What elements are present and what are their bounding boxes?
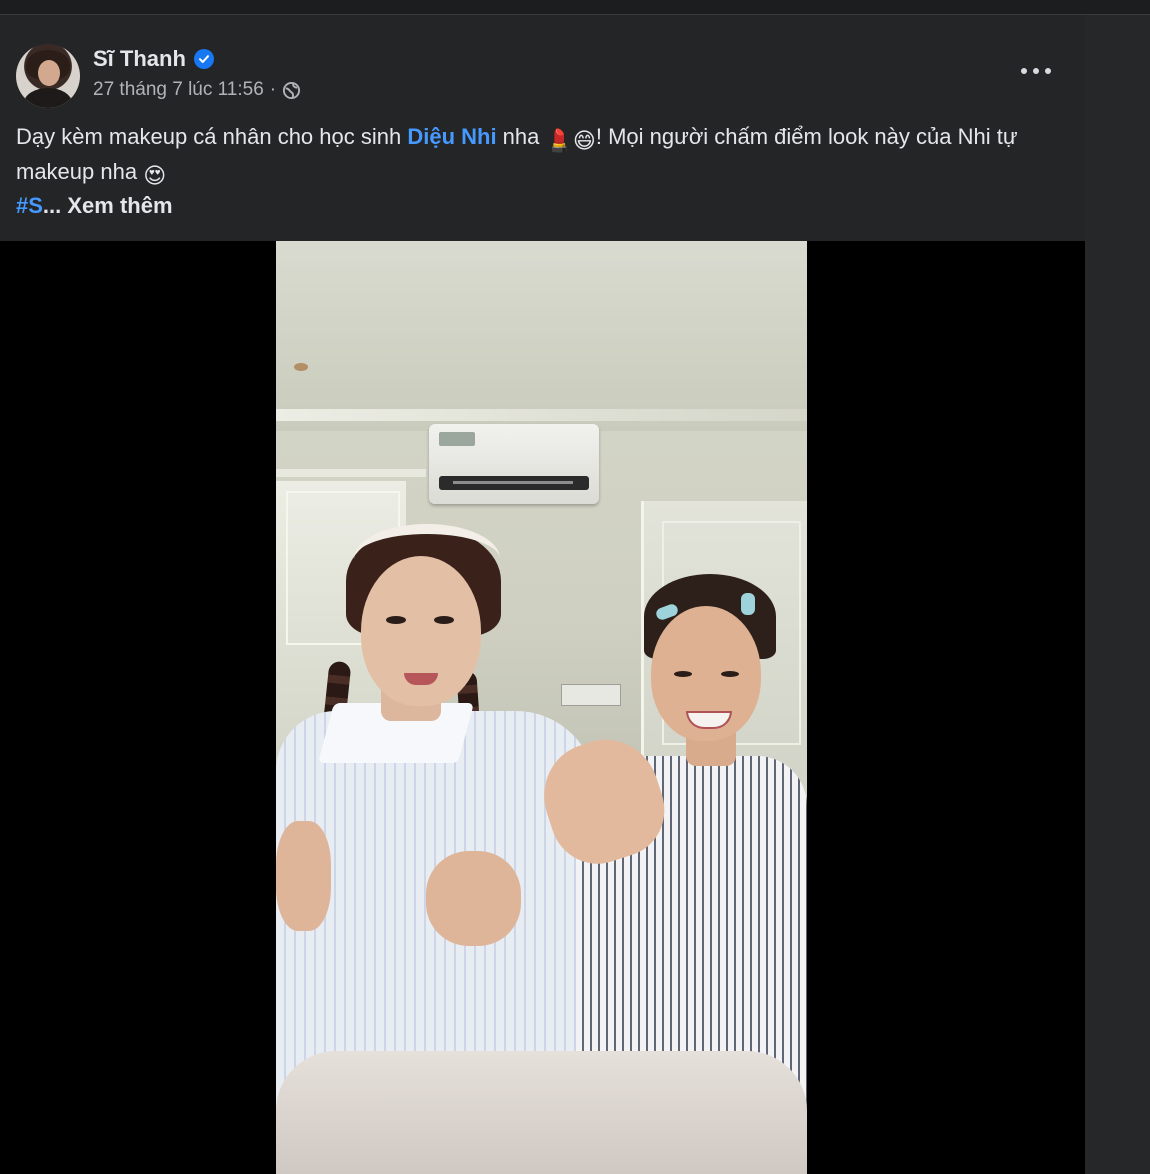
author-avatar[interactable] <box>16 44 80 108</box>
top-bar <box>0 0 1150 15</box>
post-header: Sĩ Thanh 27 tháng 7 lúc 11:56 · <box>0 26 1085 126</box>
ceiling-light <box>294 363 308 371</box>
air-conditioner <box>429 424 599 504</box>
post-text-part1: Dạy kèm makeup cá nhân cho học sinh <box>16 124 408 149</box>
heart-eyes-emoji: 😍 <box>143 163 167 188</box>
right-person-eye-right <box>721 671 739 677</box>
ac-sticker <box>439 432 475 446</box>
author-name[interactable]: Sĩ Thanh <box>93 46 186 72</box>
right-gutter <box>1085 15 1150 1174</box>
avatar-body <box>24 88 72 108</box>
left-person-hand <box>426 851 521 946</box>
cabinet-molding <box>276 469 426 477</box>
ceiling <box>276 241 807 431</box>
left-person-eye-right <box>434 616 454 624</box>
post-text-part2: nha <box>496 124 546 149</box>
post-timestamp[interactable]: 27 tháng 7 lúc 11:56 <box>93 79 264 101</box>
hair-clip <box>741 593 755 615</box>
grinning-emoji: 😄 <box>572 128 596 153</box>
see-more-link[interactable]: Xem thêm <box>67 193 172 218</box>
ellipsis: ... <box>42 193 68 218</box>
light-switch <box>561 684 621 706</box>
ac-vent <box>439 476 589 490</box>
globe-icon[interactable] <box>282 81 301 100</box>
right-person-eye-left <box>674 671 692 677</box>
video-frame[interactable] <box>276 241 807 1174</box>
author-row: Sĩ Thanh <box>93 46 214 72</box>
avatar-face <box>38 60 60 86</box>
more-options-button[interactable] <box>1021 62 1051 80</box>
more-dot-3 <box>1045 68 1051 74</box>
video-player[interactable] <box>0 241 1085 1174</box>
lipstick-emoji: 💄 <box>545 128 573 153</box>
left-person-hand <box>276 821 331 931</box>
more-dot-1 <box>1021 68 1027 74</box>
more-dot-2 <box>1033 68 1039 74</box>
meta-separator: · <box>269 79 277 100</box>
post-card: Sĩ Thanh 27 tháng 7 lúc 11:56 · Dạy kèm … <box>0 26 1085 1174</box>
mention-link[interactable]: Diệu Nhi <box>407 124 496 149</box>
hashtag-line: #S... Xem thêm <box>16 193 173 219</box>
headband <box>354 524 500 594</box>
page: Sĩ Thanh 27 tháng 7 lúc 11:56 · Dạy kèm … <box>0 0 1150 1174</box>
left-person-eye-left <box>386 616 406 624</box>
post-text: Dạy kèm makeup cá nhân cho học sinh Diệu… <box>16 121 1076 191</box>
post-meta: 27 tháng 7 lúc 11:56 · <box>93 79 301 101</box>
verified-badge-icon <box>193 49 214 69</box>
crown-molding <box>276 409 807 421</box>
table <box>276 1051 807 1174</box>
hashtag-link[interactable]: #S <box>16 193 43 218</box>
